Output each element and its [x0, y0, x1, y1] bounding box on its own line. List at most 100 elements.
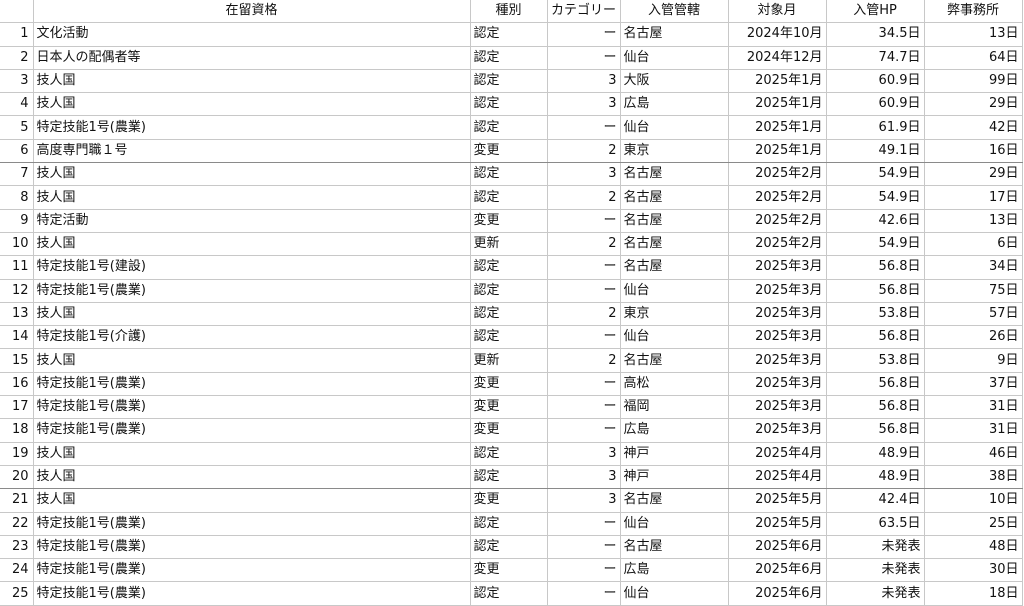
table-row: 17 特定技能1号(農業) 変更ー福岡 2025年3月 56.8日 31日: [0, 395, 1023, 420]
official-days-cell: 48.9日: [825, 441, 925, 466]
category-cell: ー: [546, 208, 621, 233]
status-cell: 特定技能1号(農業): [32, 395, 471, 420]
office-days-cell: 64日: [923, 45, 1023, 70]
category-cell: 3: [546, 92, 621, 117]
office-days-cell: 48日: [923, 534, 1023, 560]
official-days-cell: 56.8日: [825, 371, 925, 397]
bureau-cell: 仙台: [619, 278, 729, 303]
row-index: 14: [0, 325, 34, 350]
month-cell: 2025年4月: [727, 464, 827, 490]
month-cell: 2025年2月: [727, 231, 827, 257]
official-days-cell: 42.4日: [825, 488, 925, 513]
month-cell: 2025年3月: [727, 418, 827, 443]
office-days-cell: 37日: [923, 371, 1023, 397]
bureau-cell: 仙台: [619, 115, 729, 140]
status-cell: 特定技能1号(農業): [32, 581, 471, 606]
office-days-cell: 13日: [923, 22, 1023, 47]
type-cell: 変更: [469, 418, 548, 443]
row-index: 15: [0, 348, 34, 373]
row-index: 25: [0, 581, 34, 606]
office-days-cell: 31日: [923, 395, 1023, 420]
table-row: 7 技人国 認定 3 名古屋 2025年2月 54.9日 29日: [0, 162, 1023, 187]
official-days-cell: 未発表: [825, 534, 925, 560]
month-cell: 2024年10月: [727, 22, 827, 47]
month-cell: 2025年6月: [727, 534, 827, 560]
table-body: 1 文化活動 認定ー名古屋 2024年10月 34.5日 13日 2 日本人の配偶者等 認定ー仙…: [0, 22, 1023, 606]
status-cell: 技人国: [32, 68, 471, 94]
month-cell: 2025年1月: [727, 68, 827, 94]
type-cell: 認定: [469, 301, 548, 327]
type-cell: 変更: [469, 371, 548, 397]
table-row: 21 技人国 変更 3 名古屋 2025年5月 42.4日 10日: [0, 488, 1023, 513]
category-cell: 3: [546, 162, 621, 187]
month-cell: 2025年4月: [727, 441, 827, 466]
official-days-cell: 60.9日: [825, 92, 925, 117]
official-days-cell: 61.9日: [825, 115, 925, 140]
row-index: 11: [0, 255, 34, 280]
row-index: 17: [0, 395, 34, 420]
official-days-cell: 54.9日: [825, 231, 925, 257]
row-index: 18: [0, 418, 34, 443]
category-cell: ー: [546, 395, 621, 420]
office-days-cell: 10日: [923, 488, 1023, 513]
bureau-cell: 高松: [619, 371, 729, 397]
category-cell: 3: [546, 68, 621, 94]
official-days-cell: 53.8日: [825, 301, 925, 327]
row-index: 24: [0, 558, 34, 583]
table-row: 13 技人国 認定 2 東京 2025年3月 53.8日 57日: [0, 301, 1023, 327]
row-index: 13: [0, 301, 34, 327]
header-row: 在留資格 種別 カテゴリー 入管管轄 対象月 入管HP 弊事務所: [0, 0, 1023, 24]
official-days-cell: 49.1日: [825, 138, 925, 164]
table-row: 9 特定活動 変更ー名古屋 2025年2月 42.6日 13日: [0, 208, 1023, 233]
type-cell: 認定: [469, 581, 548, 606]
bureau-cell: 名古屋: [619, 185, 729, 210]
category-cell: ー: [546, 325, 621, 350]
month-cell: 2025年5月: [727, 511, 827, 536]
office-days-cell: 6日: [923, 231, 1023, 257]
table-row: 19 技人国 認定 3 神戸 2025年4月 48.9日 46日: [0, 441, 1023, 466]
table-row: 2 日本人の配偶者等 認定ー仙台 2024年12月 74.7日 64日: [0, 45, 1023, 70]
row-index: 22: [0, 511, 34, 536]
row-index: 1: [0, 22, 34, 47]
office-days-cell: 18日: [923, 581, 1023, 606]
category-cell: ー: [546, 278, 621, 303]
bureau-cell: 名古屋: [619, 488, 729, 513]
type-cell: 更新: [469, 348, 548, 373]
row-index: 10: [0, 231, 34, 257]
official-days-cell: 60.9日: [825, 68, 925, 94]
office-days-cell: 38日: [923, 464, 1023, 490]
status-cell: 特定技能1号(農業): [32, 371, 471, 397]
office-days-cell: 31日: [923, 418, 1023, 443]
table-row: 24 特定技能1号(農業) 変更ー広島 2025年6月 未発表 30日: [0, 558, 1023, 583]
bureau-cell: 神戸: [619, 441, 729, 466]
month-cell: 2025年1月: [727, 115, 827, 140]
type-cell: 認定: [469, 162, 548, 187]
type-cell: 認定: [469, 441, 548, 466]
table-row: 15 技人国 更新 2 名古屋 2025年3月 53.8日 9日: [0, 348, 1023, 373]
month-cell: 2025年3月: [727, 325, 827, 350]
bureau-cell: 仙台: [619, 325, 729, 350]
status-cell: 高度専門職１号: [32, 138, 471, 164]
row-index: 20: [0, 464, 34, 490]
status-cell: 技人国: [32, 231, 471, 257]
row-index: 12: [0, 278, 34, 303]
category-cell: ー: [546, 511, 621, 536]
month-cell: 2024年12月: [727, 45, 827, 70]
status-cell: 技人国: [32, 464, 471, 490]
row-index: 9: [0, 208, 34, 233]
bureau-cell: 名古屋: [619, 348, 729, 373]
office-days-cell: 30日: [923, 558, 1023, 583]
official-days-cell: 未発表: [825, 581, 925, 606]
bureau-cell: 大阪: [619, 68, 729, 94]
status-cell: 日本人の配偶者等: [32, 45, 471, 70]
status-cell: 特定技能1号(農業): [32, 418, 471, 443]
month-cell: 2025年2月: [727, 162, 827, 187]
category-cell: 3: [546, 441, 621, 466]
bureau-cell: 名古屋: [619, 208, 729, 233]
official-days-cell: 63.5日: [825, 511, 925, 536]
row-index: 5: [0, 115, 34, 140]
category-cell: 2: [546, 348, 621, 373]
type-cell: 認定: [469, 534, 548, 560]
table-row: 1 文化活動 認定ー名古屋 2024年10月 34.5日 13日: [0, 22, 1023, 47]
office-days-cell: 16日: [923, 138, 1023, 164]
